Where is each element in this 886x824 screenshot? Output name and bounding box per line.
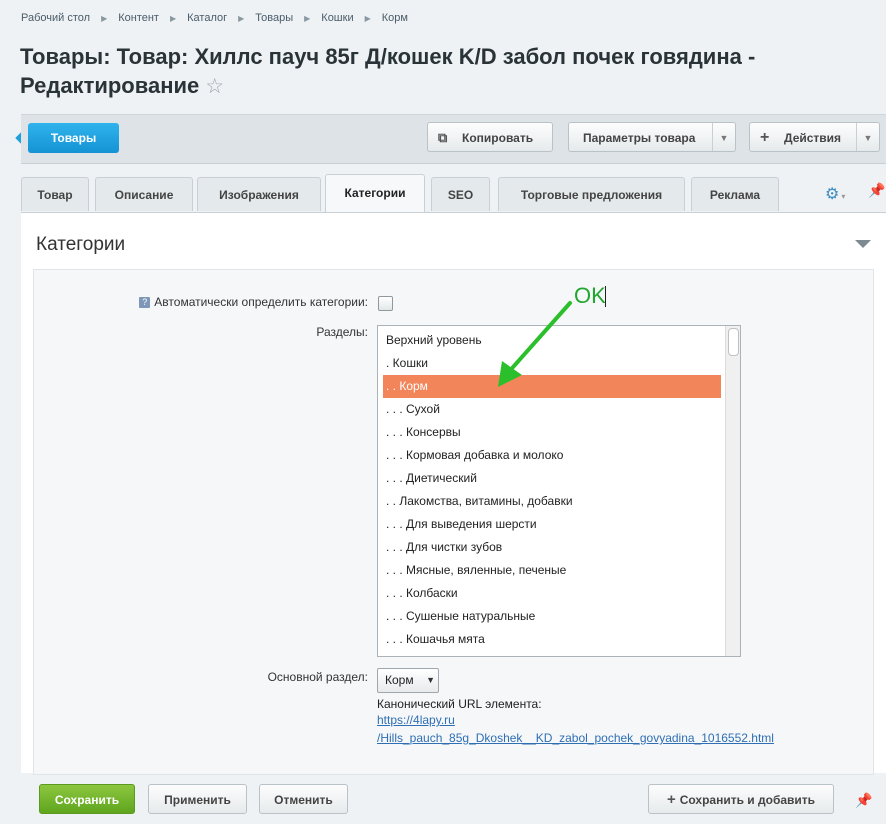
list-item[interactable]: . . . Диетический [383, 467, 721, 490]
annotation-arrow-icon [498, 301, 572, 387]
breadcrumb-item-catalog[interactable]: Каталог [187, 12, 227, 24]
auto-categories-label: ? Автоматически определить категории: [100, 295, 368, 309]
tab-description[interactable]: Описание [95, 177, 193, 211]
help-icon[interactable]: ? [139, 297, 151, 309]
chevron-right-icon: ▶ [169, 13, 177, 23]
pin-icon[interactable]: 📌 [868, 182, 885, 199]
list-item[interactable]: . . . Для чистки зубов [383, 536, 721, 559]
canonical-url-link-domain[interactable]: https://4lapy.ru [377, 713, 455, 727]
star-icon[interactable]: ☆ [205, 75, 224, 98]
list-item[interactable]: . . . Для выведения шерсти [383, 513, 721, 536]
breadcrumb-item-cats[interactable]: Кошки [321, 12, 353, 24]
list-item[interactable]: . . . Консервы [383, 421, 721, 444]
main-section-label: Основной раздел: [267, 670, 368, 684]
breadcrumb: Рабочий стол ▶ Контент ▶ Каталог ▶ Товары ▶ … [21, 12, 408, 24]
list-item[interactable]: . . Лакомства, витамины, добавки [383, 490, 721, 513]
canonical-url-label: Канонический URL элемента: [377, 697, 542, 711]
save-button[interactable]: Сохранить [39, 784, 135, 814]
collapse-icon[interactable] [855, 240, 871, 248]
tab-images[interactable]: Изображения [197, 177, 321, 211]
canonical-url-link-path[interactable]: /Hills_pauch_85g_Dkoshek__KD_zabol_poche… [377, 731, 774, 745]
actions-button[interactable]: + Действия ▼ [749, 122, 880, 152]
pin-icon[interactable]: 📌 [855, 792, 872, 809]
list-item[interactable]: . . . Мясные, вяленные, печеные [383, 559, 721, 582]
copy-icon: ⧉ [438, 130, 448, 145]
chevron-down-icon: ▼ [426, 675, 435, 685]
gear-icon[interactable]: ⚙ ▾ [825, 184, 845, 204]
save-and-add-button[interactable]: + Сохранить и добавить [648, 784, 834, 814]
plus-icon: + [760, 129, 770, 146]
breadcrumb-item-products[interactable]: Товары [255, 12, 293, 24]
text-cursor [605, 286, 606, 307]
apply-button[interactable]: Применить [148, 784, 247, 814]
list-item[interactable]: . . . Кошачья мята [383, 628, 721, 651]
chevron-down-icon: ▼ [856, 123, 879, 151]
breadcrumb-item-content[interactable]: Контент [118, 12, 159, 24]
list-item[interactable]: . . . Сухой [383, 398, 721, 421]
tab-categories[interactable]: Категории [325, 174, 425, 212]
main-section-select[interactable]: Корм ▼ [377, 668, 439, 693]
tab-seo[interactable]: SEO [431, 177, 490, 211]
listbox-scrollbar[interactable] [725, 326, 740, 656]
scrollbar-thumb[interactable] [728, 328, 739, 356]
list-item[interactable]: . . . Сушеные натуральные [383, 605, 721, 628]
tab-advertising[interactable]: Реклама [691, 177, 779, 211]
chevron-right-icon: ▶ [364, 13, 371, 23]
chevron-right-icon: ▶ [304, 13, 311, 23]
product-params-button[interactable]: Параметры товара ▼ [568, 122, 736, 152]
toolbar: Товары ⧉ Копировать Параметры товара ▼ +… [21, 114, 886, 164]
back-to-products-button[interactable]: Товары [28, 123, 119, 153]
section-title: Категории [36, 234, 126, 255]
list-item[interactable]: . . . Кормовая добавка и молоко [383, 444, 721, 467]
tab-product[interactable]: Товар [21, 177, 89, 211]
chevron-down-icon: ▼ [712, 123, 735, 151]
breadcrumb-item-food[interactable]: Корм [382, 12, 408, 24]
chevron-right-icon: ▶ [238, 13, 245, 23]
sections-label: Разделы: [316, 325, 368, 339]
tab-offers[interactable]: Торговые предложения [498, 177, 685, 211]
copy-button[interactable]: ⧉ Копировать [427, 122, 553, 152]
plus-icon: + [666, 791, 676, 808]
list-item[interactable]: . . . Колбаски [383, 582, 721, 605]
chevron-right-icon: ▶ [101, 13, 108, 23]
auto-categories-checkbox[interactable] [378, 296, 393, 311]
cancel-button[interactable]: Отменить [259, 784, 348, 814]
page-title: Товары: Товар: Хиллс пауч 85г Д/кошек K/… [20, 44, 756, 98]
breadcrumb-item-desktop[interactable]: Рабочий стол [21, 12, 90, 24]
